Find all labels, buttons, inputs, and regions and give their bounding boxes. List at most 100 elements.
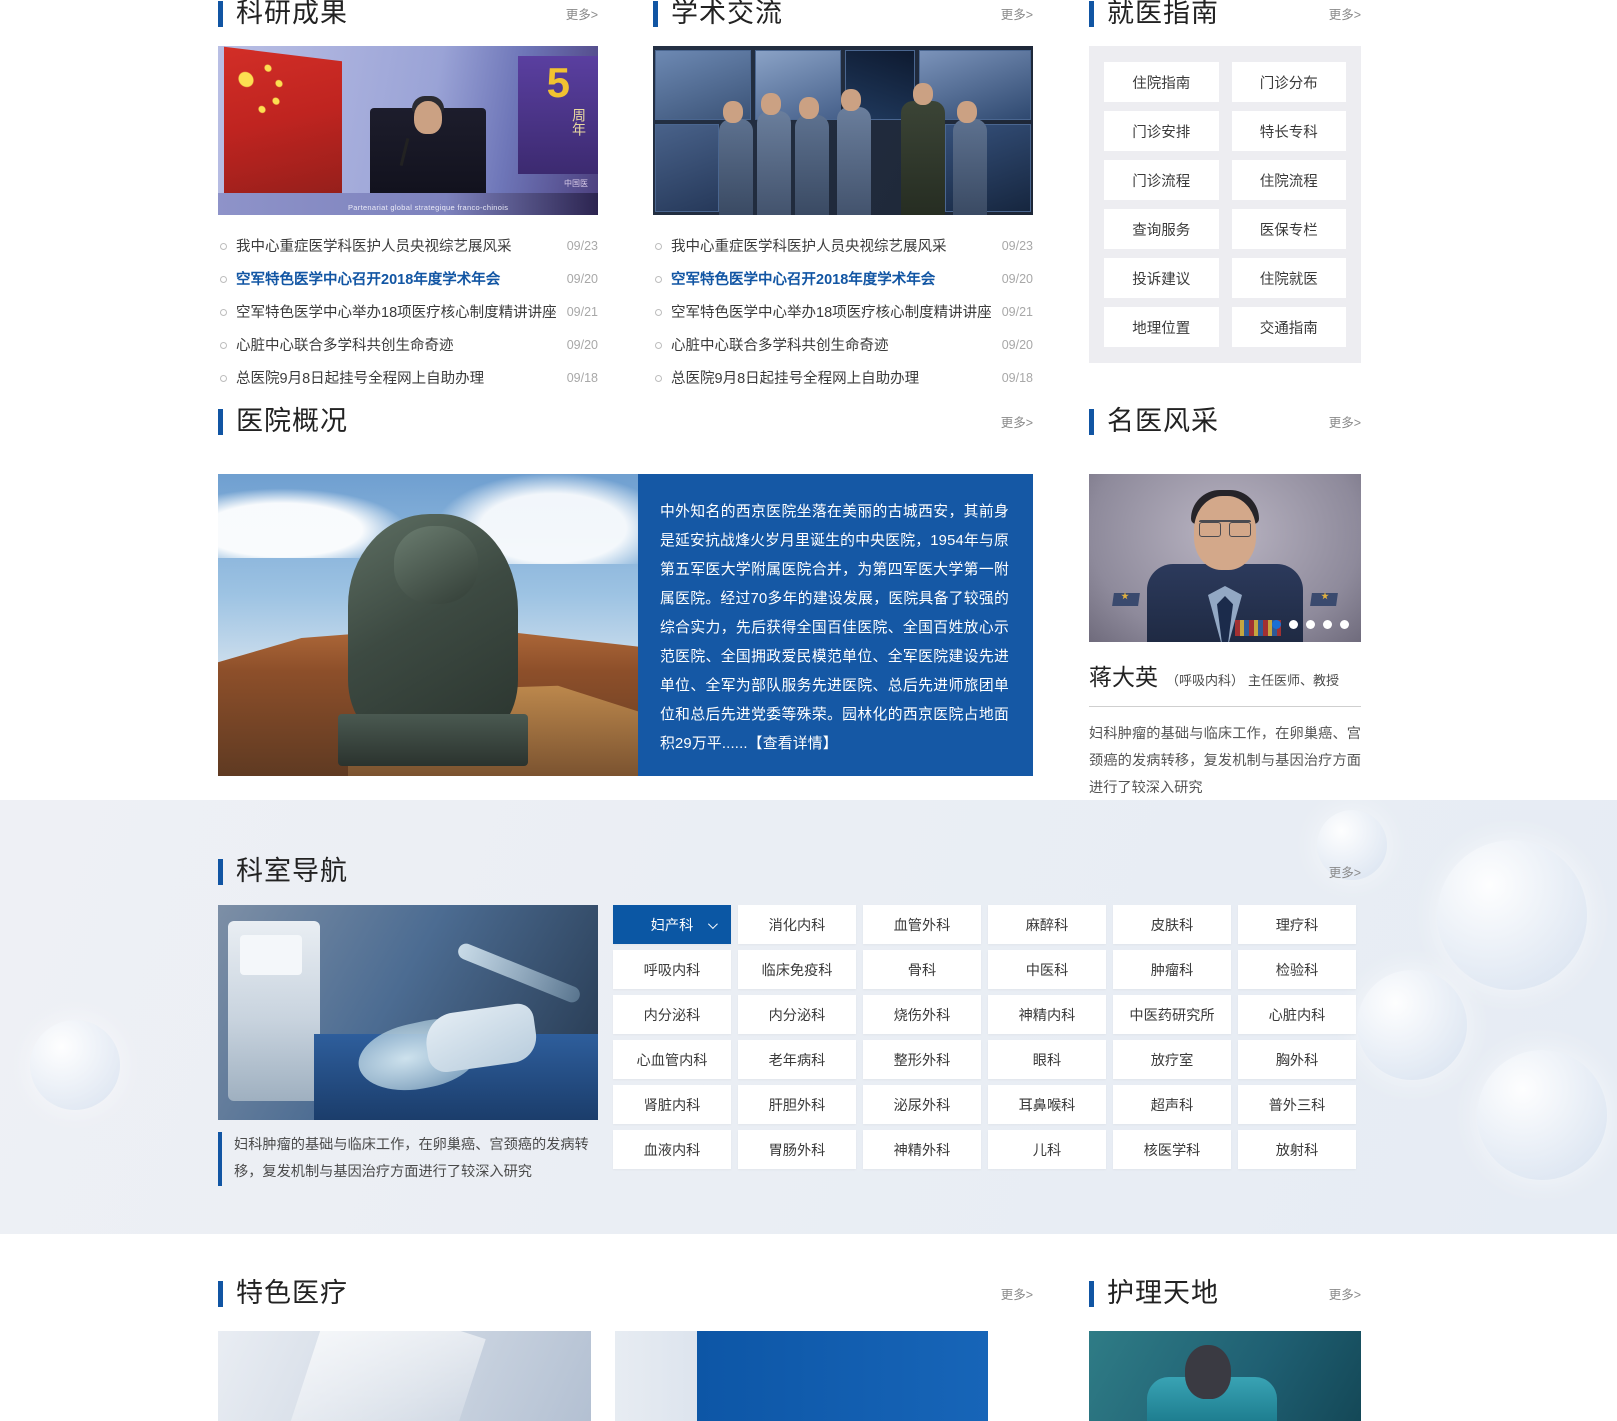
title-accent-bar xyxy=(1089,0,1094,27)
special-care-card[interactable] xyxy=(615,1331,988,1421)
department-item[interactable]: 心脏内科 xyxy=(1238,995,1356,1034)
equipment-screen-graphic xyxy=(240,935,302,975)
department-item[interactable]: 耳鼻喉科 xyxy=(988,1085,1106,1124)
list-item[interactable]: 心脏中心联合多学科共创生命奇迹 09/20 xyxy=(653,328,1033,361)
title-accent-bar xyxy=(218,858,223,885)
guide-item[interactable]: 住院流程 xyxy=(1231,160,1346,200)
carousel-dot[interactable] xyxy=(1323,620,1332,629)
guide-item[interactable]: 门诊分布 xyxy=(1231,62,1346,102)
nursing-photo[interactable] xyxy=(1089,1331,1361,1421)
department-item[interactable]: 肝胆外科 xyxy=(738,1085,856,1124)
nursing-more-link[interactable]: 更多> xyxy=(1329,1284,1361,1303)
list-item[interactable]: 我中心重症医学科医护人员央视综艺展风采 09/23 xyxy=(218,229,598,262)
department-photo[interactable] xyxy=(218,905,598,1120)
department-item[interactable]: 肿瘤科 xyxy=(1113,950,1231,989)
list-item[interactable]: 空军特色医学中心举办18项医疗核心制度精讲讲座 09/21 xyxy=(218,295,598,328)
carousel-dots[interactable] xyxy=(1272,620,1349,629)
overview-more-link[interactable]: 更多> xyxy=(1001,412,1033,431)
guide-item[interactable]: 住院就医 xyxy=(1231,258,1346,298)
list-item[interactable]: 总医院9月8日起挂号全程网上自助办理 09/18 xyxy=(653,361,1033,394)
hospital-overview-column: 医院概况 更多> 中外知名的西京医院坐落在美丽的古城西安，其前身是延安抗战烽火岁… xyxy=(218,408,1033,776)
department-item[interactable]: 内分泌科 xyxy=(613,995,731,1034)
guide-item[interactable]: 地理位置 xyxy=(1104,307,1219,347)
department-item[interactable]: 中医科 xyxy=(988,950,1106,989)
research-feature-image[interactable]: 5 周年 中国医 CHIN Partenariat global strateg… xyxy=(218,46,598,215)
guide-more-link[interactable]: 更多> xyxy=(1329,4,1361,23)
department-item[interactable]: 血液内科 xyxy=(613,1130,731,1169)
carousel-dot[interactable] xyxy=(1340,620,1349,629)
guide-item[interactable]: 特长专科 xyxy=(1231,111,1346,151)
title-accent-bar xyxy=(1089,1280,1094,1307)
guide-item[interactable]: 查询服务 xyxy=(1104,209,1219,249)
department-item[interactable]: 核医学科 xyxy=(1113,1130,1231,1169)
department-item[interactable]: 内分泌科 xyxy=(738,995,856,1034)
overview-text[interactable]: 中外知名的西京医院坐落在美丽的古城西安，其前身是延安抗战烽火岁月里诞生的中央医院… xyxy=(638,474,1033,776)
research-title: 科研成果 xyxy=(236,0,348,28)
nursing-title: 护理天地 xyxy=(1107,1278,1219,1308)
academic-more-link[interactable]: 更多> xyxy=(1001,4,1033,23)
special-care-more-link[interactable]: 更多> xyxy=(1001,1284,1033,1303)
department-item[interactable]: 胸外科 xyxy=(1238,1040,1356,1079)
department-item[interactable]: 皮肤科 xyxy=(1113,905,1231,944)
department-item[interactable]: 呼吸内科 xyxy=(613,950,731,989)
guide-item[interactable]: 住院指南 xyxy=(1104,62,1219,102)
exhibit-panel xyxy=(655,124,719,212)
department-item[interactable]: 神精外科 xyxy=(863,1130,981,1169)
department-item[interactable]: 放射科 xyxy=(1238,1130,1356,1169)
guide-item[interactable]: 交通指南 xyxy=(1231,307,1346,347)
list-item[interactable]: 总医院9月8日起挂号全程网上自助办理 09/18 xyxy=(218,361,598,394)
molecule-decoration xyxy=(1357,970,1467,1080)
guide-item[interactable]: 投诉建议 xyxy=(1104,258,1219,298)
anniversary-unit: 周年 xyxy=(571,108,587,136)
list-item[interactable]: 空军特色医学中心召开2018年度学术年会 09/20 xyxy=(653,262,1033,295)
department-item[interactable]: 神精内科 xyxy=(988,995,1106,1034)
department-item[interactable]: 理疗科 xyxy=(1238,905,1356,944)
department-item[interactable]: 整形外科 xyxy=(863,1040,981,1079)
department-item[interactable]: 中医药研究所 xyxy=(1113,995,1231,1034)
department-item[interactable]: 普外三科 xyxy=(1238,1085,1356,1124)
list-item[interactable]: 空军特色医学中心召开2018年度学术年会 09/20 xyxy=(218,262,598,295)
guide-item[interactable]: 门诊流程 xyxy=(1104,160,1219,200)
department-item-active[interactable]: 妇产科 xyxy=(613,905,731,944)
academic-feature-image[interactable] xyxy=(653,46,1033,215)
research-more-link[interactable]: 更多> xyxy=(566,4,598,23)
officer-figure xyxy=(837,107,871,215)
doctor-portrait[interactable] xyxy=(1089,474,1361,642)
department-item[interactable]: 泌尿外科 xyxy=(863,1085,981,1124)
special-care-card[interactable] xyxy=(218,1331,591,1421)
department-item[interactable]: 麻醉科 xyxy=(988,905,1106,944)
list-item[interactable]: 我中心重症医学科医护人员央视综艺展风采 09/23 xyxy=(653,229,1033,262)
department-item[interactable]: 胃肠外科 xyxy=(738,1130,856,1169)
department-item[interactable]: 消化内科 xyxy=(738,905,856,944)
guide-item[interactable]: 医保专栏 xyxy=(1231,209,1346,249)
department-item[interactable]: 检验科 xyxy=(1238,950,1356,989)
famous-doctor-more-link[interactable]: 更多> xyxy=(1329,412,1361,431)
news-title: 心脏中心联合多学科共创生命奇迹 xyxy=(236,338,454,354)
department-item[interactable]: 肾脏内科 xyxy=(613,1085,731,1124)
list-item[interactable]: 空军特色医学中心举办18项医疗核心制度精讲讲座 09/21 xyxy=(653,295,1033,328)
department-item[interactable]: 眼科 xyxy=(988,1040,1106,1079)
department-item[interactable]: 临床免疫科 xyxy=(738,950,856,989)
department-item[interactable]: 血管外科 xyxy=(863,905,981,944)
special-care-column: 特色医疗 更多> xyxy=(218,1280,1033,1421)
carousel-dot[interactable] xyxy=(1306,620,1315,629)
department-item[interactable]: 骨科 xyxy=(863,950,981,989)
department-item[interactable]: 烧伤外科 xyxy=(863,995,981,1034)
department-item[interactable]: 儿科 xyxy=(988,1130,1106,1169)
department-section-header: 科室导航 更多> xyxy=(218,858,1361,885)
leader-figure xyxy=(901,101,945,215)
department-item[interactable]: 放疗室 xyxy=(1113,1040,1231,1079)
guide-item[interactable]: 门诊安排 xyxy=(1104,111,1219,151)
department-item[interactable]: 老年病科 xyxy=(738,1040,856,1079)
department-label: 妇产科 xyxy=(650,917,694,934)
department-item[interactable]: 超声科 xyxy=(1113,1085,1231,1124)
carousel-dot[interactable] xyxy=(1289,620,1298,629)
title-accent-bar xyxy=(218,408,223,435)
department-more-link[interactable]: 更多> xyxy=(1329,862,1361,881)
news-date: 09/20 xyxy=(566,271,598,286)
department-item[interactable]: 心血管内科 xyxy=(613,1040,731,1079)
list-item[interactable]: 心脏中心联合多学科共创生命奇迹 09/20 xyxy=(218,328,598,361)
officer-figure xyxy=(757,111,791,215)
carousel-dot-active[interactable] xyxy=(1272,620,1281,629)
speaker-head-graphic xyxy=(414,101,442,134)
